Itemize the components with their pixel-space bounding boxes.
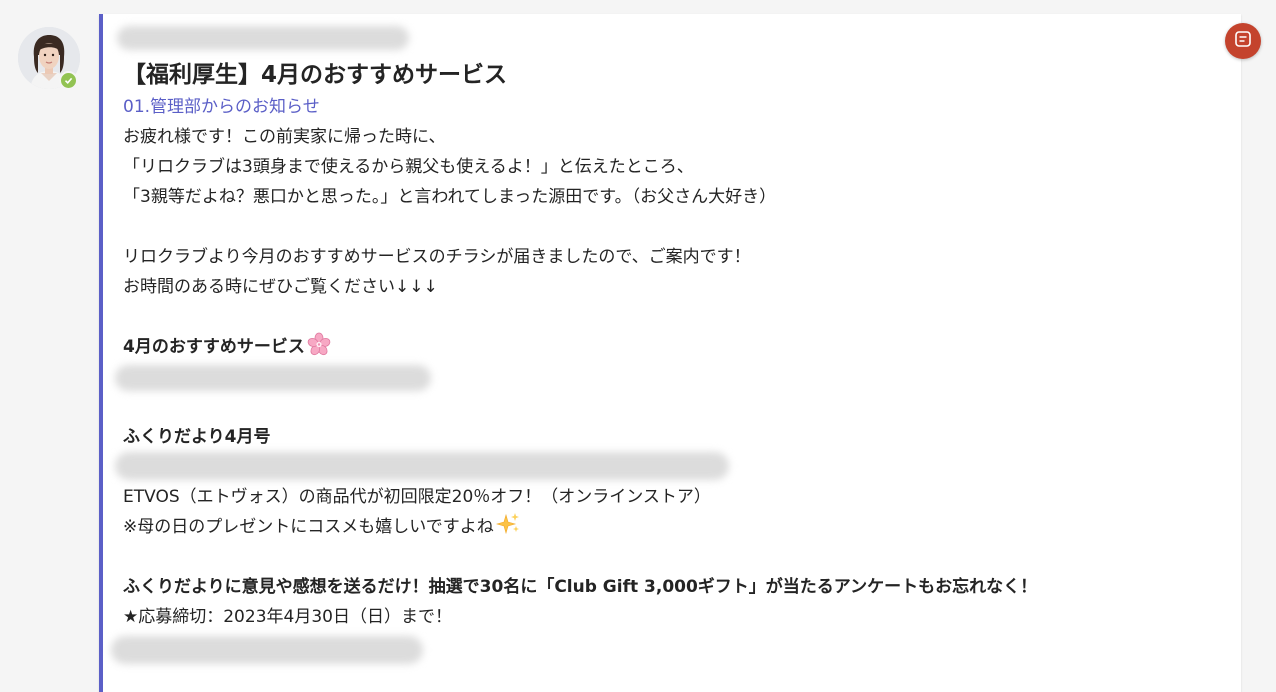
sender-avatar[interactable] (18, 27, 82, 91)
body-line: 「3親等だよね？悪口かと思った。」と言われてしまった源田です。（お父さん大好き） (123, 187, 777, 207)
body-line: お疲れ様です！この前実家に帰った時に、 (123, 127, 446, 147)
body-line: リロクラブより今月のおすすめサービスのチラシが届きましたので、ご案内です！ (123, 247, 751, 267)
sparkles-emoji (495, 512, 522, 546)
message-body: 【福利厚生】4月のおすすめサービス 01.管理部からのお知らせ お疲れ様です！こ… (123, 58, 1201, 632)
message-subtitle: 01.管理部からのお知らせ (123, 97, 320, 117)
redacted-sender-name (117, 26, 409, 50)
section-heading: ふくりだより4月号 (123, 427, 271, 447)
body-line: お時間のある時にぜひご覧ください↓↓↓ (123, 277, 438, 297)
redacted-link[interactable] (111, 636, 423, 664)
survey-heading: ふくりだよりに意見や感想を送るだけ！抽選で30名に「Club Gift 3,00… (123, 577, 1038, 597)
section-heading: 4月のおすすめサービス (123, 332, 1201, 362)
message-card[interactable]: 【福利厚生】4月のおすすめサービス 01.管理部からのお知らせ お疲れ様です！こ… (99, 14, 1241, 692)
message-title: 【福利厚生】4月のおすすめサービス (123, 62, 508, 88)
deadline-line: ★応募締切：2023年4月30日（日）まで！ (123, 607, 452, 627)
cherry-blossom-emoji (307, 332, 331, 366)
body-line: ETVOS（エトヴォス）の商品代が初回限定20％オフ！（オンラインストア） (123, 487, 711, 507)
section-heading-text: 4月のおすすめサービス (123, 337, 305, 357)
notes-icon (1233, 29, 1253, 53)
body-line: ※母の日のプレゼントにコスメも嬉しいですよね (123, 512, 1201, 542)
body-line: 「リロクラブは3頭身まで使えるから親父も使えるよ！」と伝えたところ、 (123, 157, 694, 177)
body-line-text: ※母の日のプレゼントにコスメも嬉しいですよね (123, 517, 494, 537)
notes-button[interactable] (1225, 23, 1261, 59)
available-check-icon (59, 71, 78, 90)
chat-view: 【福利厚生】4月のおすすめサービス 01.管理部からのお知らせ お疲れ様です！こ… (0, 0, 1276, 692)
